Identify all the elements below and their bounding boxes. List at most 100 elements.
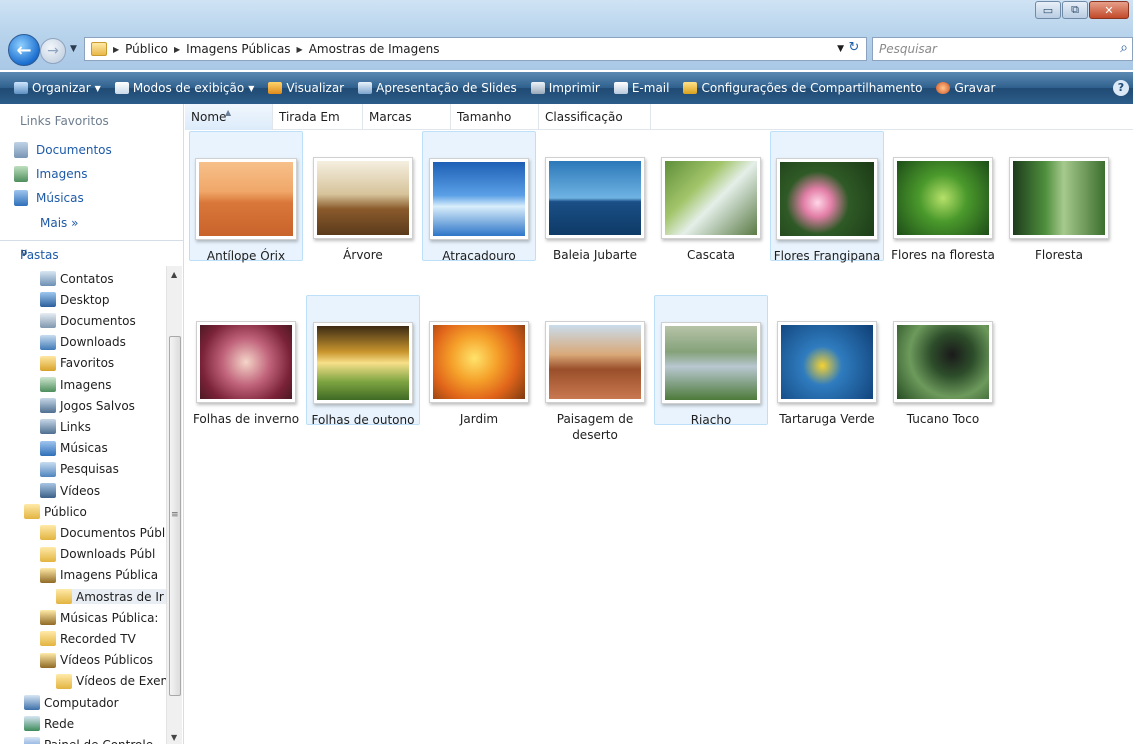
folder-tree-label: Rede <box>44 716 75 731</box>
desktop-icon <box>40 292 56 308</box>
folder-tree-item[interactable]: Amostras de Ir <box>56 589 166 604</box>
folder-tree-item[interactable]: Músicas <box>40 440 108 456</box>
folder-tree-item[interactable]: Público <box>24 504 87 520</box>
image-file-item[interactable]: Jardim <box>422 295 536 426</box>
toolbar-preview-button[interactable]: Visualizar <box>268 81 344 95</box>
folder-tree-item[interactable]: Favoritos <box>40 355 114 371</box>
folder-tree-scrollbar[interactable]: ▲ ≡ ▼ <box>166 266 182 744</box>
column-header-tamanho[interactable]: Tamanho <box>451 104 539 130</box>
folder-tree-item[interactable]: Contatos <box>40 271 114 286</box>
folder-tree-item[interactable]: Rede <box>24 716 75 732</box>
folder-tree-item[interactable]: Imagens Pública <box>40 567 158 583</box>
image-file-item[interactable]: Folhas de inverno <box>189 295 303 426</box>
folder-tree-item[interactable]: Vídeos <box>40 483 100 498</box>
folder-tree-label: Vídeos Públicos <box>60 653 154 668</box>
folder-tree-item[interactable]: Músicas Pública: <box>40 610 158 626</box>
chevron-down-icon[interactable]: ∨ <box>20 246 176 259</box>
toolbar-label: Gravar <box>954 81 996 95</box>
folder-tree-label: Jogos Salvos <box>60 398 135 413</box>
folder-tree-item[interactable]: Documentos Públ <box>40 525 165 541</box>
address-bar[interactable]: ▶ Público ▶ Imagens Públicas ▶ Amostras … <box>84 37 867 61</box>
breadcrumb-separator-icon[interactable]: ▶ <box>297 45 303 54</box>
column-header-tirada-em[interactable]: Tirada Em <box>273 104 363 130</box>
breadcrumb-imagens-publicas[interactable]: Imagens Públicas <box>186 42 290 56</box>
image-file-item[interactable]: Flores Frangipana <box>770 131 884 263</box>
thumbnail-picture <box>433 162 525 236</box>
image-file-name: Árvore <box>343 248 383 262</box>
help-icon[interactable]: ? <box>1113 80 1129 96</box>
image-thumbnail <box>893 157 993 239</box>
image-file-item[interactable]: Folhas de outono <box>306 295 420 427</box>
image-file-item[interactable]: Baleia Jubarte <box>538 131 652 262</box>
toolbar-share-button[interactable]: Configurações de Compartilhamento <box>683 81 922 95</box>
folder-tree-item[interactable]: Desktop <box>40 292 110 308</box>
favorite-documentos[interactable]: Documentos <box>14 142 112 158</box>
image-file-item[interactable]: Atracadouro <box>422 131 536 263</box>
breadcrumb-separator-icon[interactable]: ▶ <box>113 45 119 54</box>
folder-tree-item[interactable]: Imagens <box>40 377 111 392</box>
toolbar-email-button[interactable]: E-mail <box>613 81 669 95</box>
folder-tree-item[interactable]: Computador <box>24 695 119 710</box>
image-file-item[interactable]: Flores na floresta <box>886 131 1000 262</box>
recent-pages-dropdown[interactable]: ▼ <box>70 44 77 54</box>
favorite-imagens[interactable]: Imagens <box>14 166 87 182</box>
folder-tree-item[interactable]: Jogos Salvos <box>40 398 135 414</box>
more-links-button[interactable]: Mais » <box>40 216 78 230</box>
image-file-item[interactable]: Cascata <box>654 131 768 262</box>
image-thumbnail <box>661 322 761 404</box>
music-icon <box>14 190 28 206</box>
toolbar-print-button[interactable]: Imprimir <box>530 81 600 95</box>
folder-tree-item[interactable]: Links <box>40 419 91 435</box>
image-file-item[interactable]: Árvore <box>306 131 420 262</box>
scroll-down-icon[interactable]: ▼ <box>171 733 177 742</box>
image-file-item[interactable]: Tartaruga Verde <box>770 295 884 426</box>
file-view: Antílope Órix Árvore Atracadouro Baleia Jub… <box>185 130 1133 744</box>
maximize-button[interactable]: ⧉ <box>1062 1 1088 19</box>
back-button[interactable]: ← <box>8 34 40 66</box>
folder-tree-item[interactable]: Downloads <box>40 334 126 350</box>
column-header-nome[interactable]: ▲ Nome <box>185 104 273 130</box>
folder-tree-item[interactable]: Painel de Controle <box>24 737 153 744</box>
network-icon <box>24 716 40 732</box>
scroll-up-icon[interactable]: ▲ <box>171 270 177 279</box>
folder-tree-label: Contatos <box>60 271 114 286</box>
breadcrumb-separator-icon[interactable]: ▶ <box>174 45 180 54</box>
toolbar-views-button[interactable]: Modos de exibição ▼ <box>114 81 254 95</box>
image-file-name: Jardim <box>459 412 499 426</box>
refresh-icon[interactable]: ↻ <box>842 40 866 58</box>
toolbar-label: Visualizar <box>286 81 345 95</box>
window-controls: ▭ ⧉ ✕ <box>1035 1 1129 19</box>
toolbar-organize-button[interactable]: Organizar ▼ <box>14 81 101 95</box>
thumbnail-picture <box>897 325 989 399</box>
toolbar-slideshow-button[interactable]: Apresentação de Slides <box>358 81 517 95</box>
image-file-item[interactable]: Floresta <box>1002 131 1116 262</box>
folder-tree-item[interactable]: Downloads Públ <box>40 546 155 562</box>
column-header-marcas[interactable]: Marcas <box>363 104 451 130</box>
image-file-name: Paisagem de deserto <box>556 412 634 442</box>
image-file-item[interactable]: Tucano Toco <box>886 295 1000 426</box>
search-icon[interactable]: ⌕ <box>1120 40 1128 56</box>
image-file-item[interactable]: Paisagem de deserto <box>538 295 652 442</box>
close-button[interactable]: ✕ <box>1089 1 1129 19</box>
favorite-musicas[interactable]: Músicas <box>14 190 84 206</box>
minimize-button[interactable]: ▭ <box>1035 1 1061 19</box>
folder-tree-item[interactable]: Recorded TV <box>40 631 136 647</box>
breadcrumb-publico[interactable]: Público <box>125 42 168 56</box>
column-header-classificacao[interactable]: Classificação <box>539 104 651 130</box>
folder-tree-label: Documentos <box>60 313 136 328</box>
toolbar-burn-button[interactable]: Gravar <box>936 81 995 95</box>
search-box[interactable]: Pesquisar ⌕ <box>872 37 1133 61</box>
thumbnail-picture <box>317 326 409 400</box>
folder-tree-item[interactable]: Vídeos de Exen <box>56 673 166 689</box>
image-file-item[interactable]: Antílope Órix <box>189 131 303 263</box>
command-bar: Organizar ▼ Modos de exibição ▼ Visualizar Ap… <box>0 72 1133 104</box>
slideshow-icon <box>358 82 373 94</box>
forward-button[interactable]: → <box>40 38 66 64</box>
folder-tree-item[interactable]: Documentos <box>40 313 136 329</box>
views-icon <box>114 82 129 94</box>
folder-tree-item[interactable]: Pesquisas <box>40 461 119 477</box>
breadcrumb-amostras[interactable]: Amostras de Imagens <box>309 42 440 56</box>
image-file-item[interactable]: Riacho <box>654 295 768 427</box>
folders-header[interactable]: Pastas ∨ <box>0 240 184 266</box>
folder-tree-item[interactable]: Vídeos Públicos <box>40 652 154 668</box>
